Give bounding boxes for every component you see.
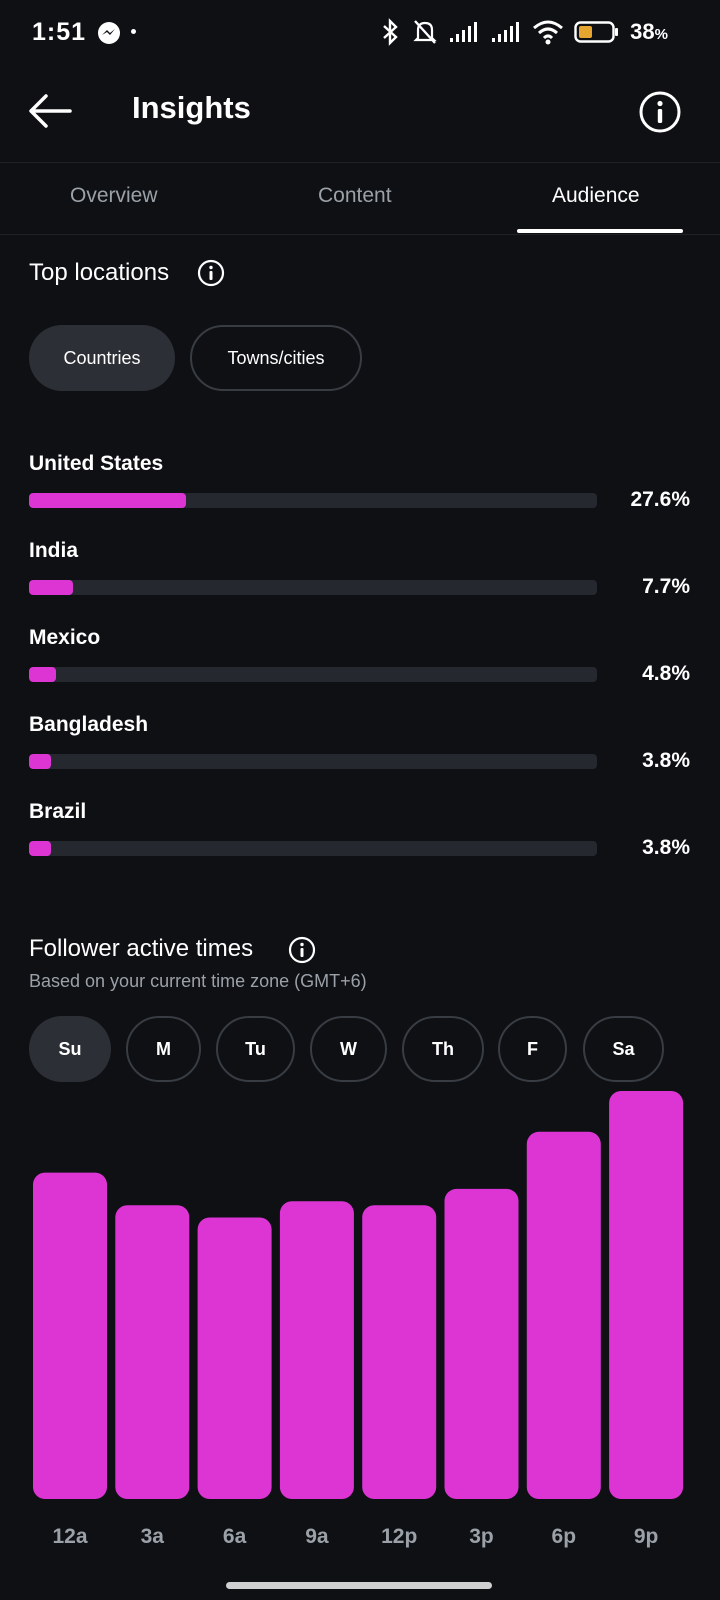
status-time: 1:51 xyxy=(32,18,87,46)
page-title: Insights xyxy=(132,90,251,125)
tab-audience[interactable]: Audience xyxy=(552,184,640,208)
location-bar-track xyxy=(29,667,597,682)
x-tick-label: 6p xyxy=(552,1525,577,1548)
location-name: United States xyxy=(29,452,164,475)
day-sa[interactable]: Sa xyxy=(583,1016,664,1082)
bluetooth-icon xyxy=(383,18,398,46)
location-percent: 4.8% xyxy=(642,662,690,685)
location-name: India xyxy=(29,539,79,562)
bar-3p[interactable] xyxy=(444,1188,519,1499)
signal-icon xyxy=(450,22,478,42)
day-w[interactable]: W xyxy=(310,1016,387,1082)
active-times-subtitle: Based on your current time zone (GMT+6) xyxy=(29,971,367,991)
signal-icon xyxy=(492,22,520,42)
filter-towns-cities[interactable]: Towns/cities xyxy=(190,325,362,391)
x-tick-label: 3a xyxy=(141,1525,165,1548)
x-tick-label: 9a xyxy=(305,1525,329,1548)
bar-12a[interactable] xyxy=(33,1172,107,1499)
day-tu[interactable]: Tu xyxy=(216,1016,295,1082)
tab-overview[interactable]: Overview xyxy=(70,184,158,208)
location-bar-track xyxy=(29,580,597,595)
tab-content[interactable]: Content xyxy=(318,184,392,208)
header-divider xyxy=(0,162,720,163)
bar-9p[interactable] xyxy=(609,1091,684,1499)
location-name: Bangladesh xyxy=(29,713,149,736)
active-tab-indicator xyxy=(517,229,683,233)
x-tick-label: 12a xyxy=(52,1525,87,1548)
location-bar-fill xyxy=(29,580,73,595)
bar-6a[interactable] xyxy=(197,1217,272,1500)
top-locations-title: Top locations xyxy=(29,259,170,286)
location-bar-fill xyxy=(29,754,51,769)
x-tick-label: 6a xyxy=(223,1525,247,1548)
location-percent: 3.8% xyxy=(642,836,690,859)
active-times-chart: 12a 3a 6a 9a 12p 3p 6p 9p xyxy=(33,1091,684,1548)
active-times-title: Follower active times xyxy=(29,935,254,962)
tab-divider xyxy=(0,234,720,235)
notification-dot xyxy=(131,29,136,34)
battery-percent: 38% xyxy=(630,19,668,44)
location-bar-track xyxy=(29,754,597,769)
back-arrow-icon[interactable] xyxy=(26,86,76,136)
messenger-icon xyxy=(98,22,120,44)
bar-12p[interactable] xyxy=(362,1205,437,1499)
info-icon[interactable] xyxy=(638,90,682,134)
location-bar-fill xyxy=(29,841,51,856)
x-tick-label: 3p xyxy=(469,1525,494,1548)
location-percent: 7.7% xyxy=(642,575,690,598)
location-bar-fill xyxy=(29,667,57,682)
x-tick-label: 12p xyxy=(381,1525,417,1548)
location-bar-track xyxy=(29,841,597,856)
filter-countries[interactable]: Countries xyxy=(29,325,175,391)
location-name: Brazil xyxy=(29,800,87,823)
top-locations-info-icon[interactable] xyxy=(197,259,225,287)
location-bar-fill xyxy=(29,493,186,508)
home-indicator[interactable] xyxy=(226,1582,492,1589)
status-icons: 38% xyxy=(378,18,668,46)
day-f[interactable]: F xyxy=(498,1016,567,1082)
bar-9a[interactable] xyxy=(279,1201,354,1499)
wifi-icon xyxy=(533,20,564,45)
location-bar-track xyxy=(29,493,597,508)
bar-6p[interactable] xyxy=(526,1131,601,1499)
mute-icon xyxy=(413,20,437,44)
battery-icon xyxy=(574,21,619,43)
day-m[interactable]: M xyxy=(126,1016,201,1082)
day-su[interactable]: Su xyxy=(29,1016,111,1082)
location-name: Mexico xyxy=(29,626,101,649)
x-tick-label: 9p xyxy=(634,1525,659,1548)
day-th[interactable]: Th xyxy=(402,1016,484,1082)
location-percent: 3.8% xyxy=(642,749,690,772)
location-percent: 27.6% xyxy=(630,488,690,511)
active-times-info-icon[interactable] xyxy=(288,936,316,964)
bar-3a[interactable] xyxy=(115,1205,190,1499)
